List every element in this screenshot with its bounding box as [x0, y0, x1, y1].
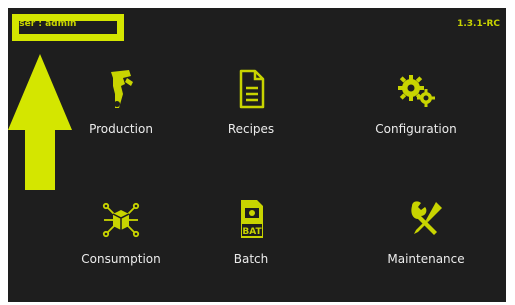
production-label: Production [89, 122, 153, 136]
configuration-label: Configuration [375, 122, 457, 136]
version-label: 1.3.1-RC [457, 19, 500, 29]
gears-icon [398, 75, 435, 107]
batch-label: Batch [233, 252, 269, 266]
box-network-icon [102, 202, 140, 238]
spray-gun-icon [111, 70, 133, 108]
consumption-button[interactable]: Consumption [66, 198, 176, 278]
maintenance-button[interactable]: Maintenance [371, 198, 481, 278]
recipes-button[interactable]: Recipes [196, 68, 306, 148]
recipes-label: Recipes [227, 122, 275, 136]
document-icon [239, 69, 265, 109]
configuration-button[interactable]: Configuration [361, 68, 471, 148]
batch-button[interactable]: BAT Batch [196, 198, 306, 278]
batch-file-icon: BAT [241, 200, 263, 238]
production-button[interactable]: Production [66, 68, 176, 148]
maintenance-label: Maintenance [387, 252, 465, 266]
svg-text:BAT: BAT [242, 227, 262, 237]
tools-icon [411, 201, 442, 235]
consumption-label: Consumption [81, 252, 161, 266]
highlight-box [12, 14, 124, 41]
up-arrow-annotation [8, 54, 72, 190]
